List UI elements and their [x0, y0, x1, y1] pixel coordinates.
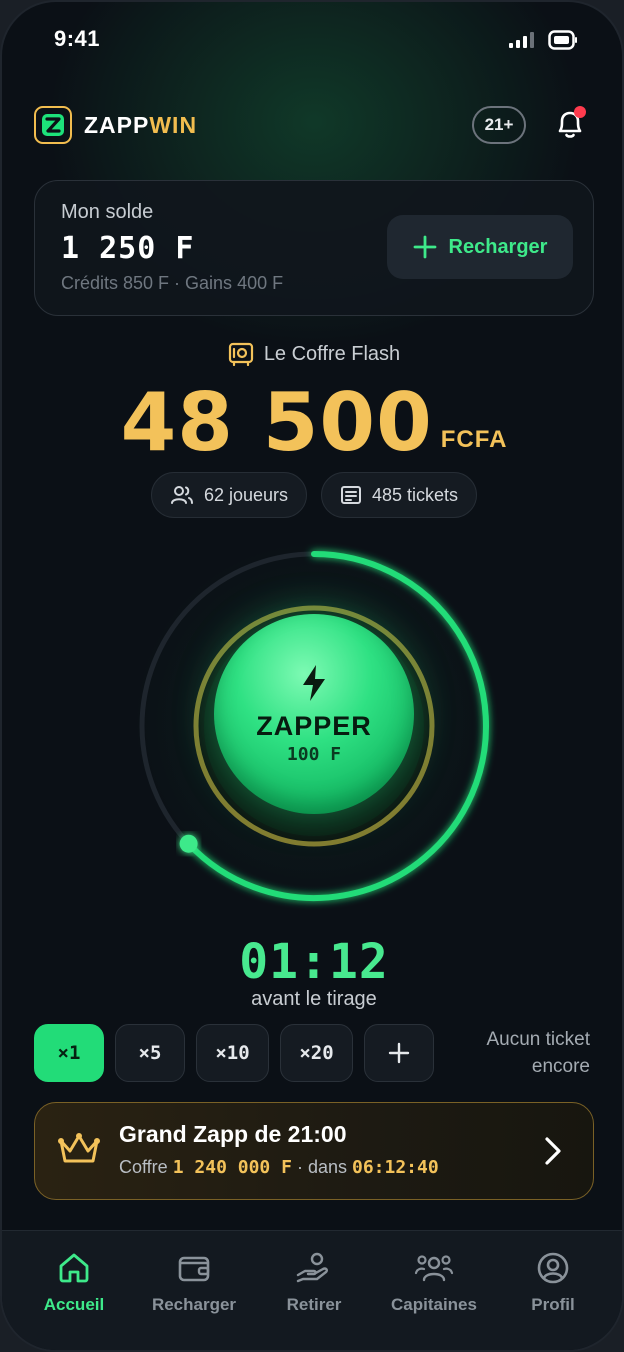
grand-zapp-card[interactable]: Grand Zapp de 21:00 Coffre 1 240 000 F ·… [34, 1102, 594, 1200]
tab-profil[interactable]: Profil [493, 1251, 613, 1315]
profile-icon [537, 1252, 569, 1284]
multiplier-x1[interactable]: ×1 [34, 1024, 104, 1082]
no-ticket-message: Aucun ticket encore [450, 1026, 591, 1080]
signal-icon [509, 32, 534, 48]
wallet-icon [178, 1256, 210, 1282]
grand-zapp-countdown: 06:12:40 [352, 1157, 439, 1178]
recharge-button[interactable]: Recharger [387, 215, 573, 279]
draw-countdown-caption: avant le tirage [251, 988, 377, 1010]
tickets-count-pill: 485 tickets [321, 472, 478, 518]
battery-icon [548, 30, 577, 50]
app-screen: 9:41 ZAPPWIN 21+ Mon solde 1 250 F Crédi… [0, 0, 624, 1352]
multiplier-x5[interactable]: ×5 [115, 1024, 185, 1082]
crown-icon [58, 1133, 100, 1163]
grand-zapp-title: Grand Zapp de 21:00 [119, 1121, 347, 1147]
no-ticket-line1: Aucun ticket [486, 1029, 591, 1050]
home-icon [59, 1253, 89, 1283]
zapper-button[interactable]: ZAPPER 100 F [214, 614, 414, 814]
balance-details: Crédits 850 F · Gains 400 F [61, 273, 284, 293]
ticket-multiplier-selector: ×1 ×5 ×10 ×20 [34, 1024, 434, 1082]
balance-card: Mon solde 1 250 F Crédits 850 F · Gains … [34, 180, 594, 316]
logo-mark [34, 106, 72, 144]
players-count: 62 joueurs [203, 484, 288, 505]
lightning-icon [303, 665, 325, 701]
zapper-button-price: 100 F [286, 744, 342, 765]
tab-capitaines-label: Capitaines [391, 1295, 477, 1314]
users-icon [414, 1255, 454, 1282]
tickets-count: 485 tickets [372, 484, 459, 505]
draw-countdown: 01:12 [239, 934, 389, 990]
tab-capitaines[interactable]: Capitaines [374, 1251, 494, 1315]
logo-text: ZAPPWIN [84, 112, 197, 139]
plus-icon [413, 235, 436, 259]
ticket-icon [341, 486, 361, 504]
status-time: 9:41 [54, 26, 101, 51]
tab-recharger-label: Recharger [151, 1295, 237, 1314]
tab-retirer-label: Retirer [286, 1295, 342, 1314]
jackpot-amount: 48 500 [120, 376, 433, 469]
status-icons [508, 30, 578, 50]
vault-title: Le Coffre Flash [2, 342, 622, 366]
balance-amount: 1 250 F [61, 231, 195, 266]
vault-title-label: Le Coffre Flash [263, 342, 401, 365]
recharge-button-label: Recharger [448, 235, 548, 258]
jackpot: 48 500 FCFA [2, 376, 622, 469]
chevron-right-icon [545, 1137, 561, 1165]
tab-recharger[interactable]: Recharger [134, 1251, 254, 1315]
jackpot-currency: FCFA [440, 426, 508, 453]
logo-part-win: WIN [149, 111, 198, 138]
grand-zapp-amount: 1 240 000 F [172, 1157, 292, 1178]
plus-icon [388, 1042, 410, 1064]
tab-profil-label: Profil [531, 1295, 575, 1314]
age-restriction-badge: 21+ [472, 106, 526, 144]
multiplier-x10[interactable]: ×10 [196, 1024, 269, 1082]
tab-accueil-label: Accueil [43, 1295, 105, 1314]
zappwin-logo[interactable]: ZAPPWIN [34, 106, 197, 144]
multiplier-x20[interactable]: ×20 [280, 1024, 353, 1082]
grand-zapp-prefix: Coffre [119, 1157, 168, 1177]
notification-dot [574, 106, 586, 118]
bottom-tab-bar: Accueil Recharger Retirer Capitaines Pro… [2, 1230, 622, 1350]
users-icon [170, 486, 193, 504]
vault-stats: 62 joueurs 485 tickets [2, 472, 622, 518]
app-header: ZAPPWIN 21+ [34, 102, 590, 150]
safe-icon [228, 342, 253, 366]
tab-accueil[interactable]: Accueil [14, 1251, 134, 1315]
notifications-button[interactable] [550, 104, 590, 144]
grand-zapp-middle: · dans [296, 1157, 347, 1177]
status-bar: 9:41 [2, 2, 622, 78]
withdraw-icon [296, 1252, 328, 1283]
no-ticket-line2: encore [531, 1056, 590, 1077]
add-multiplier-button[interactable] [364, 1024, 434, 1082]
zapper-button-label: ZAPPER [256, 711, 372, 741]
players-count-pill: 62 joueurs [150, 472, 307, 518]
tab-retirer[interactable]: Retirer [254, 1251, 374, 1315]
progress-knob [179, 834, 198, 853]
grand-zapp-details: Coffre 1 240 000 F · dans 06:12:40 [119, 1157, 439, 1178]
z-logo-icon [42, 114, 64, 136]
balance-label: Mon solde [61, 201, 154, 223]
logo-part-zapp: ZAPP [84, 111, 150, 138]
